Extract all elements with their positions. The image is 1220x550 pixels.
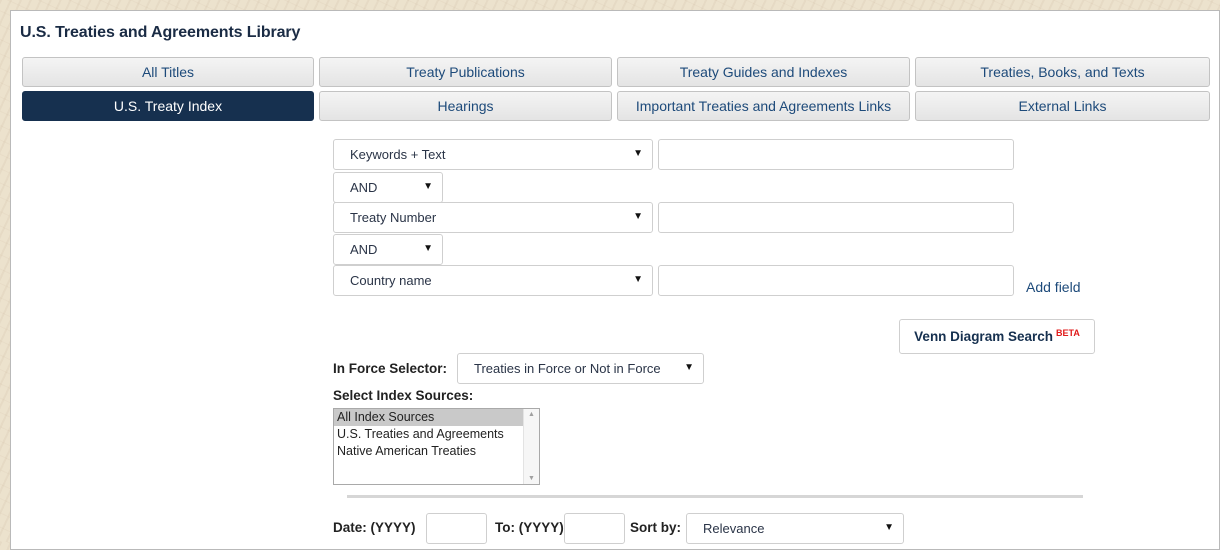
- chevron-down-icon: ▼: [633, 274, 643, 285]
- operator-select-1[interactable]: AND ▼: [333, 172, 443, 203]
- field-select-3[interactable]: Country name ▼: [333, 265, 653, 296]
- chevron-down-icon: ▼: [423, 243, 433, 254]
- list-item[interactable]: Native American Treaties: [334, 443, 539, 460]
- venn-diagram-search-button[interactable]: Venn Diagram Search BETA: [899, 319, 1095, 354]
- field-select-1-value: Keywords + Text: [350, 147, 446, 162]
- index-sources-listbox[interactable]: All Index Sources U.S. Treaties and Agre…: [333, 408, 540, 485]
- field-select-1[interactable]: Keywords + Text ▼: [333, 139, 653, 170]
- in-force-select[interactable]: Treaties in Force or Not in Force ▼: [457, 353, 704, 384]
- date-to-label: To: (YYYY): [495, 520, 564, 535]
- date-from-input[interactable]: [426, 513, 487, 544]
- list-item[interactable]: All Index Sources: [334, 409, 524, 426]
- field-select-3-value: Country name: [350, 273, 432, 288]
- tab-treaty-guides-and-indexes[interactable]: Treaty Guides and Indexes: [617, 57, 910, 87]
- add-field-link[interactable]: Add field: [1026, 279, 1080, 295]
- sort-select-value: Relevance: [703, 521, 765, 536]
- chevron-down-icon: ▼: [684, 362, 694, 373]
- list-item[interactable]: U.S. Treaties and Agreements: [334, 426, 539, 443]
- beta-badge: BETA: [1055, 327, 1080, 338]
- sort-select[interactable]: Relevance ▼: [686, 513, 904, 544]
- chevron-down-icon: ▼: [633, 211, 643, 222]
- operator-select-1-value: AND: [350, 180, 378, 195]
- scroll-up-icon[interactable]: ▲: [528, 411, 535, 418]
- tab-important-treaties-links[interactable]: Important Treaties and Agreements Links: [617, 91, 910, 121]
- venn-button-label: Venn Diagram Search: [914, 329, 1053, 344]
- chevron-down-icon: ▼: [884, 522, 894, 533]
- chevron-down-icon: ▼: [423, 181, 433, 192]
- chevron-down-icon: ▼: [633, 148, 643, 159]
- library-panel: U.S. Treaties and Agreements Library All…: [10, 10, 1220, 550]
- search-input-3[interactable]: [658, 265, 1014, 296]
- tab-treaties-books-and-texts[interactable]: Treaties, Books, and Texts: [915, 57, 1210, 87]
- divider: [347, 495, 1083, 498]
- date-from-label: Date: (YYYY): [333, 520, 416, 535]
- tab-treaty-publications[interactable]: Treaty Publications: [319, 57, 612, 87]
- tab-row-1: All Titles Treaty Publications Treaty Gu…: [22, 57, 1210, 87]
- tab-us-treaty-index[interactable]: U.S. Treaty Index: [22, 91, 314, 121]
- tab-hearings[interactable]: Hearings: [319, 91, 612, 121]
- sort-by-label: Sort by:: [630, 520, 682, 535]
- operator-select-2-value: AND: [350, 242, 378, 257]
- tab-all-titles[interactable]: All Titles: [22, 57, 314, 87]
- listbox-scrollbar[interactable]: ▲ ▼: [523, 409, 539, 484]
- tab-row-2: U.S. Treaty Index Hearings Important Tre…: [22, 91, 1210, 121]
- scroll-down-icon[interactable]: ▼: [528, 475, 535, 482]
- index-sources-label: Select Index Sources:: [333, 388, 474, 403]
- field-select-2-value: Treaty Number: [350, 210, 437, 225]
- field-select-2[interactable]: Treaty Number ▼: [333, 202, 653, 233]
- operator-select-2[interactable]: AND ▼: [333, 234, 443, 265]
- search-input-1[interactable]: [658, 139, 1014, 170]
- tab-external-links[interactable]: External Links: [915, 91, 1210, 121]
- in-force-label: In Force Selector:: [333, 361, 448, 376]
- search-input-2[interactable]: [658, 202, 1014, 233]
- library-title: U.S. Treaties and Agreements Library: [20, 24, 301, 41]
- in-force-select-value: Treaties in Force or Not in Force: [474, 361, 661, 376]
- date-to-input[interactable]: [564, 513, 625, 544]
